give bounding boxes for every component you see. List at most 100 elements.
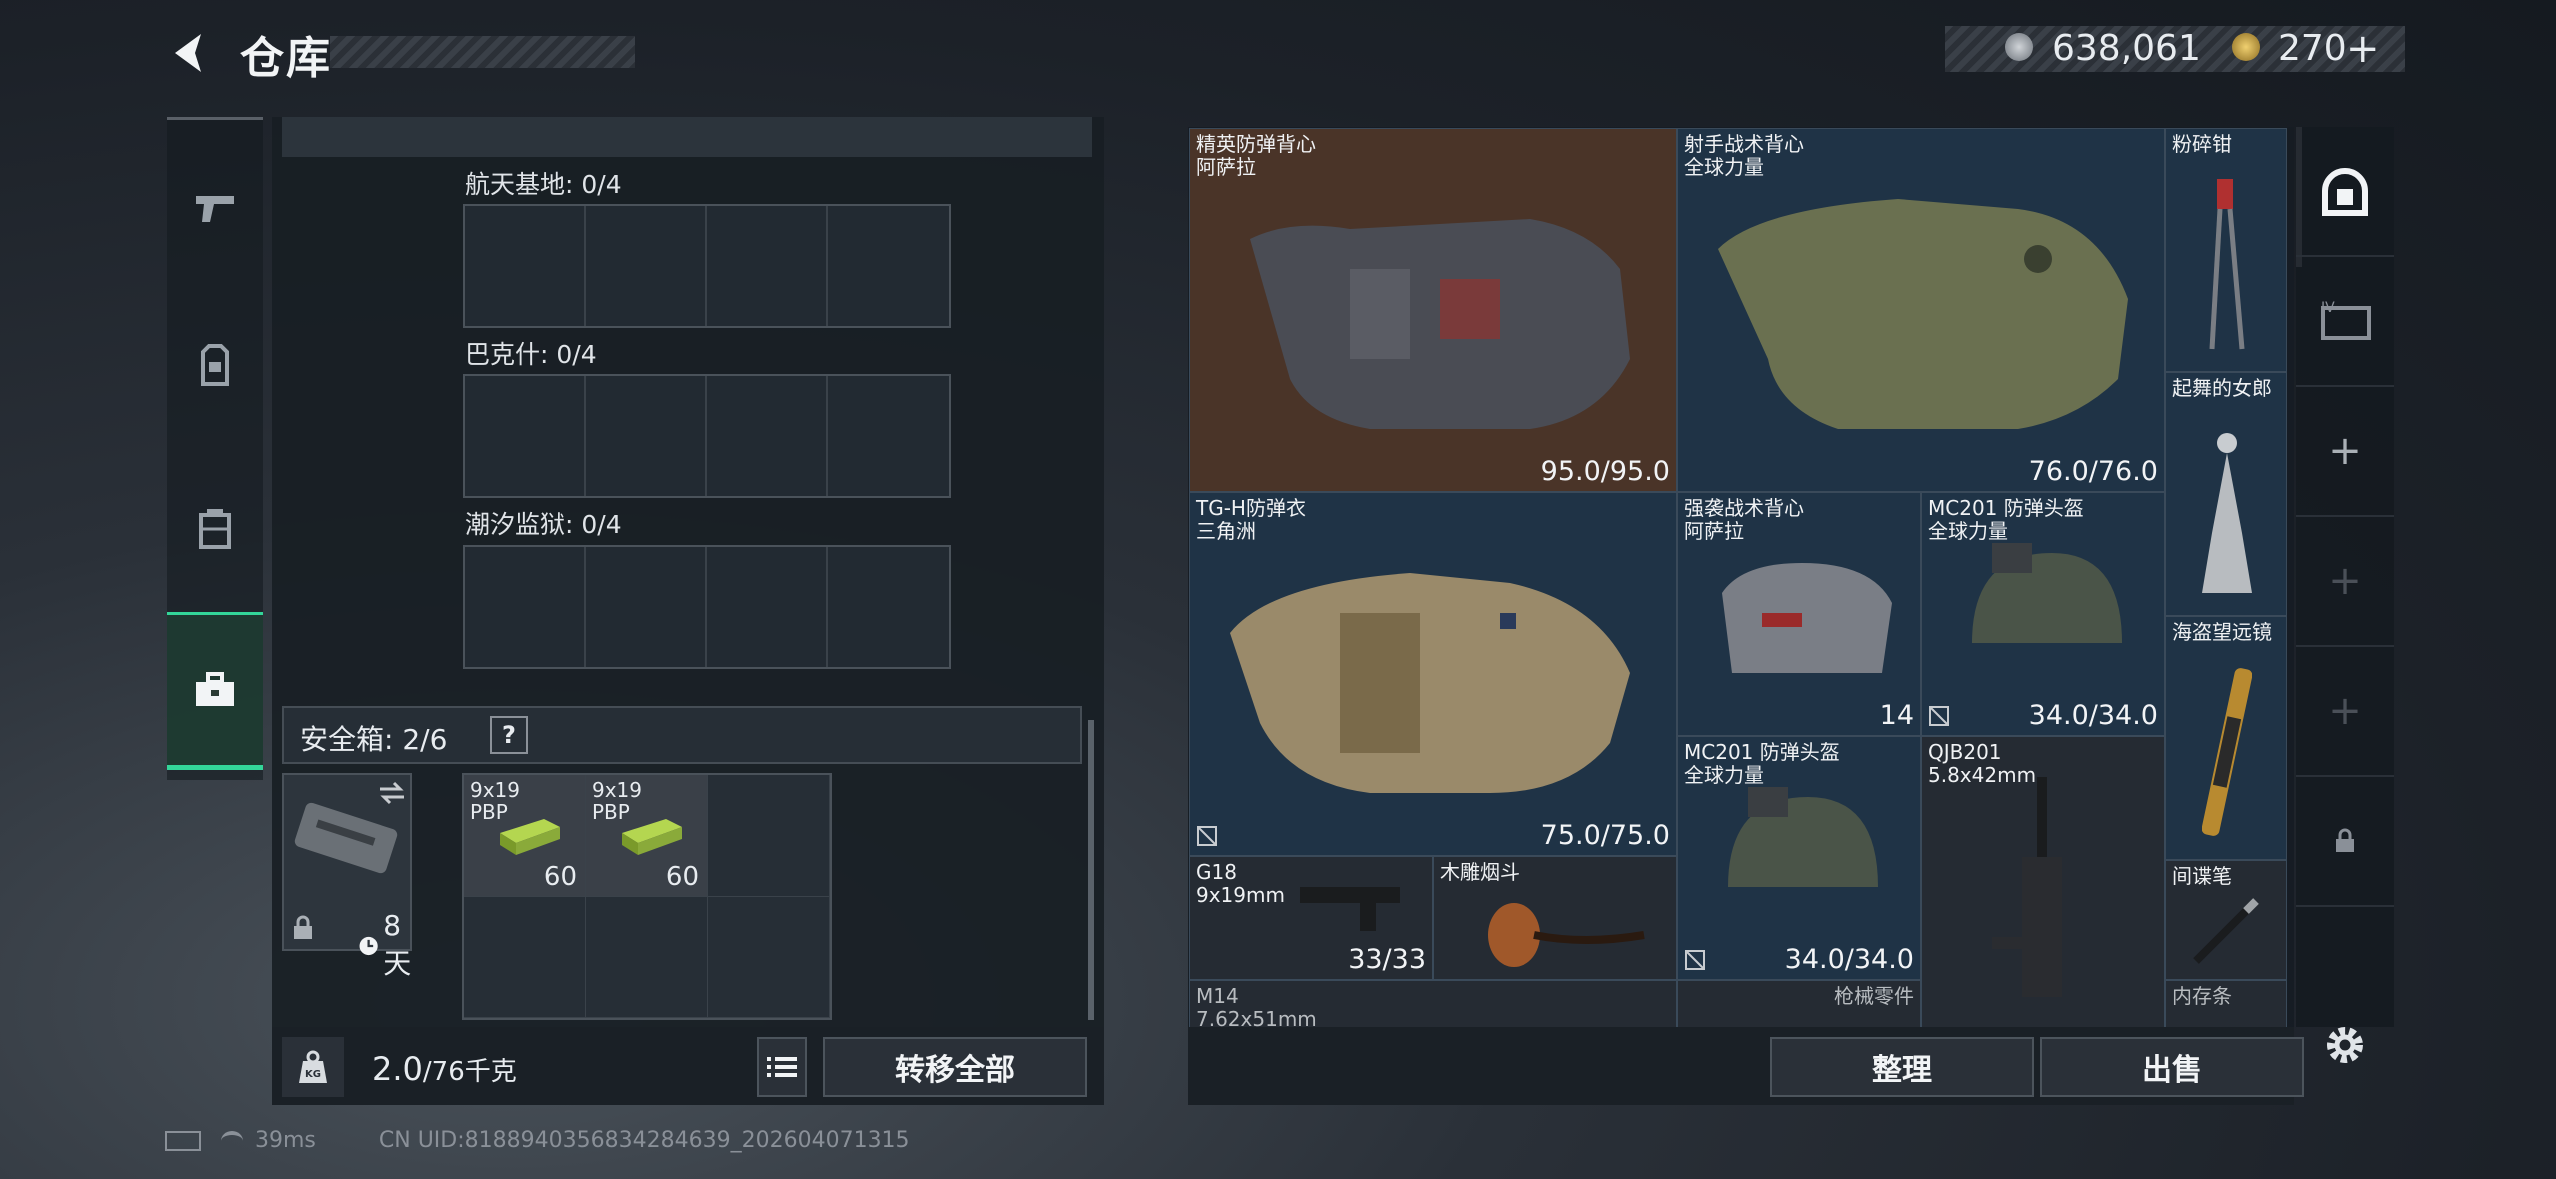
- slot-grid-tide-prison[interactable]: [463, 545, 951, 669]
- pistol-image: [1300, 887, 1400, 931]
- stash-item-qjb201[interactable]: QJB201 5.8x42mm: [1921, 736, 2165, 1027]
- item-durability: 34.0/34.0: [2028, 700, 2158, 731]
- tab-containers[interactable]: [167, 453, 263, 603]
- safebox-slots: 9x19 PBP 60 9x19 PBP 60: [462, 773, 832, 1020]
- gear-icon: [2327, 1027, 2363, 1063]
- tab-gear[interactable]: [167, 290, 263, 440]
- settings-button[interactable]: [2320, 1020, 2370, 1074]
- currency-silver-amount: 638,061: [2052, 28, 2201, 69]
- tab-weapons[interactable]: [167, 133, 263, 283]
- item-name: 精英防弹背心 阿萨拉: [1196, 132, 1316, 179]
- stash-page-2[interactable]: IV: [2296, 257, 2394, 387]
- stash-item-tgh-vest[interactable]: TG-H防弹衣 三角洲 75.0/75.0: [1189, 492, 1677, 856]
- item-name: TG-H防弹衣 三角洲: [1196, 496, 1306, 543]
- item-name: 内存条: [2172, 984, 2232, 1008]
- item-name: 枪械零件: [1834, 984, 1914, 1008]
- slot-grid-bakhsh[interactable]: [463, 374, 951, 498]
- safebox-item[interactable]: 8天: [282, 773, 412, 980]
- stash-page-1[interactable]: [2296, 127, 2394, 257]
- list-view-button[interactable]: [757, 1037, 807, 1097]
- item-name: 强袭战术背心 阿萨拉: [1684, 496, 1804, 543]
- ammo-count: 60: [665, 861, 699, 892]
- empty-slot[interactable]: [586, 896, 708, 1018]
- add-page-button-locked: +: [2296, 647, 2394, 777]
- stash-item-mc201-helmet[interactable]: MC201 防弹头盔 全球力量 34.0/34.0: [1921, 492, 2165, 736]
- gold-coin-icon: [2232, 33, 2260, 65]
- statue-image: [2202, 433, 2252, 593]
- stash-item-shooter-vest[interactable]: 射手战术背心 全球力量 76.0/76.0: [1677, 128, 2165, 492]
- stash-item-m14[interactable]: M14 7.62x51mm: [1189, 980, 1677, 1027]
- section-label-tide-prison: 潮汐监狱: 0/4: [465, 510, 622, 539]
- add-page-button[interactable]: +: [2296, 387, 2394, 517]
- pen-image: [2193, 898, 2259, 964]
- stash-item-wooden-pipe[interactable]: 木雕烟斗: [1433, 856, 1677, 980]
- broken-icon: [1685, 950, 1705, 970]
- scrollbar[interactable]: [1088, 720, 1094, 1020]
- safebox-label: 安全箱: 2/6: [300, 723, 448, 756]
- stash-item-gun-parts[interactable]: 枪械零件: [1677, 980, 1921, 1027]
- helmet-image: [1972, 543, 2122, 643]
- ping-text: 39ms: [255, 1128, 316, 1153]
- sell-button[interactable]: 出售: [2040, 1037, 2304, 1097]
- stash-item-pirate-telescope[interactable]: 海盗望远镜: [2165, 616, 2287, 860]
- item-name: 间谍笔: [2172, 864, 2232, 888]
- battery-icon: [165, 1131, 201, 1151]
- back-button[interactable]: [165, 28, 215, 78]
- slot-grid-aerospace[interactable]: [463, 204, 951, 328]
- add-currency-button[interactable]: +: [2346, 26, 2380, 72]
- currency-gold-amount: 270: [2278, 28, 2347, 69]
- ammo-item[interactable]: 9x19 PBP 60: [464, 775, 586, 897]
- empty-slot[interactable]: [708, 775, 830, 897]
- vest-image: [1722, 563, 1892, 673]
- item-durability: 75.0/75.0: [1540, 820, 1670, 851]
- pliers-image: [2209, 179, 2245, 350]
- item-name: M14 7.62x51mm: [1196, 984, 1317, 1028]
- item-name: 射手战术背心 全球力量: [1684, 132, 1804, 179]
- transfer-all-button[interactable]: 转移全部: [823, 1037, 1087, 1097]
- cut-off-row: [282, 117, 1092, 157]
- list-icon: [767, 1057, 797, 1077]
- item-durability: 95.0/95.0: [1540, 456, 1670, 487]
- broken-icon: [1929, 706, 1949, 726]
- empty-slot[interactable]: [708, 896, 830, 1018]
- item-name: 海盗望远镜: [2172, 620, 2272, 644]
- item-name: G18 9x19mm: [1196, 860, 1285, 907]
- stash-item-crusher-pliers[interactable]: 粉碎钳: [2165, 128, 2287, 372]
- pistol-icon: [196, 196, 234, 222]
- sort-button[interactable]: 整理: [1770, 1037, 2034, 1097]
- section-label-bakhsh: 巴克什: 0/4: [465, 340, 597, 369]
- section-label-aerospace: 航天基地: 0/4: [465, 170, 622, 199]
- swap-icon[interactable]: [378, 781, 406, 805]
- weight-display: 2.0/76千克: [372, 1050, 517, 1088]
- stash-item-mc201-helmet[interactable]: MC201 防弹头盔 全球力量 34.0/34.0: [1677, 736, 1921, 980]
- toolbox-icon: [196, 672, 234, 706]
- ammo-box-image: [622, 819, 682, 855]
- weight-max: /76千克: [422, 1057, 517, 1087]
- weight-current: 2.0: [372, 1050, 423, 1088]
- lock-icon: [294, 915, 312, 939]
- item-count: 14: [1879, 700, 1914, 731]
- stash-pages: IV + + +: [2296, 127, 2394, 1027]
- help-button[interactable]: ?: [490, 716, 528, 754]
- stash-item-spy-pen[interactable]: 间谍笔: [2165, 860, 2287, 980]
- page-title: 仓库: [240, 33, 332, 84]
- vest-image: [1718, 199, 2128, 429]
- weight-unit-text: KG: [305, 1069, 321, 1080]
- stash-item-assault-vest[interactable]: 强袭战术背心 阿萨拉 14: [1677, 492, 1921, 736]
- stash-item-elite-vest[interactable]: 精英防弹背心 阿萨拉 95.0/95.0: [1189, 128, 1677, 492]
- empty-slot[interactable]: [464, 896, 586, 1018]
- tab-valuables[interactable]: [167, 612, 263, 770]
- add-page-button-locked: +: [2296, 517, 2394, 647]
- clock-icon: [359, 936, 378, 955]
- rifle-image: [1992, 777, 2062, 997]
- stash-item-dancing-lady[interactable]: 起舞的女郎: [2165, 372, 2287, 616]
- stash-item-ram[interactable]: 内存条: [2165, 980, 2287, 1027]
- lock-icon: [2336, 828, 2354, 852]
- item-name: 木雕烟斗: [1440, 860, 1520, 884]
- ammo-item[interactable]: 9x19 PBP 60: [586, 775, 708, 897]
- wifi-icon: [221, 1131, 243, 1151]
- back-arrow-icon: [175, 34, 201, 72]
- helmet-image: [1728, 787, 1878, 887]
- weight-icon: KG: [282, 1037, 344, 1097]
- stash-item-g18[interactable]: G18 9x19mm 33/33: [1189, 856, 1433, 980]
